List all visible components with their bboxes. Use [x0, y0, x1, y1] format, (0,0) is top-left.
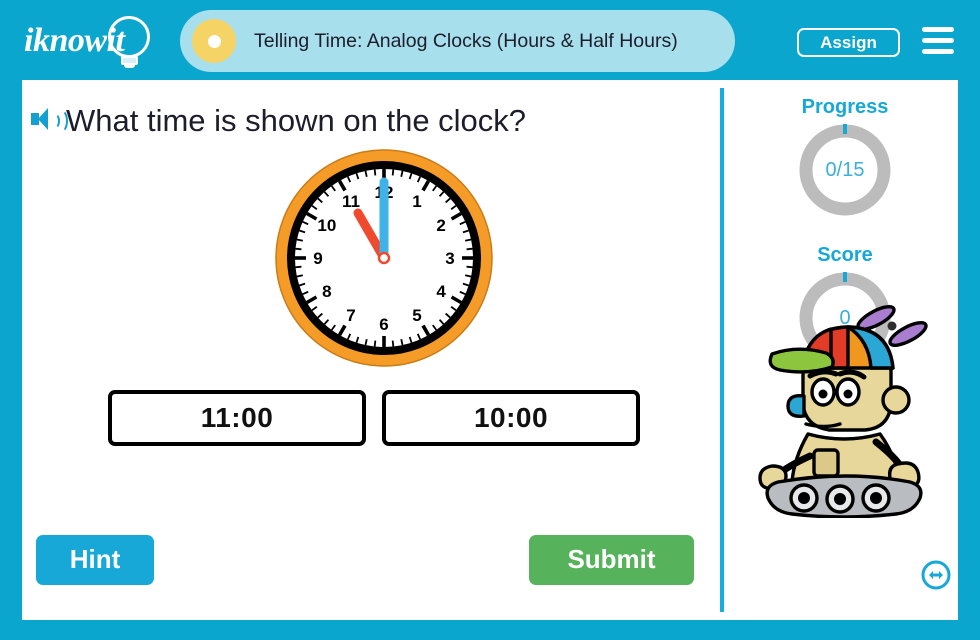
- app-header: iknowit Telling Time: Analog Clocks (Hou…: [0, 0, 980, 80]
- svg-text:3: 3: [445, 249, 454, 268]
- score-label: Score: [817, 244, 873, 266]
- lesson-title-pill: Telling Time: Analog Clocks (Hours & Hal…: [180, 10, 735, 72]
- progress-ring-wrap: 0/15: [732, 120, 958, 220]
- svg-text:9: 9: [313, 249, 322, 268]
- robot-mascot: [748, 300, 938, 519]
- answer-option-0[interactable]: 11:00: [108, 390, 366, 446]
- iknowit-logo[interactable]: iknowit: [18, 14, 168, 70]
- answer-options: 11:00 10:00: [108, 390, 668, 446]
- hamburger-menu-icon[interactable]: [922, 27, 954, 54]
- submit-button[interactable]: Submit: [529, 535, 694, 585]
- answer-option-1[interactable]: 10:00: [382, 390, 640, 446]
- vertical-divider: [720, 88, 724, 612]
- hint-button[interactable]: Hint: [36, 535, 154, 585]
- svg-text:7: 7: [346, 306, 355, 325]
- svg-text:11: 11: [342, 192, 360, 211]
- progress-label: Progress: [801, 96, 889, 118]
- svg-text:6: 6: [379, 315, 388, 334]
- lightbulb-icon: [102, 16, 158, 68]
- analog-clock: 121234567891011: [272, 146, 497, 371]
- app-root: iknowit Telling Time: Analog Clocks (Hou…: [0, 0, 980, 640]
- progress-stat: Progress 0/15: [732, 94, 958, 220]
- svg-text:8: 8: [322, 282, 331, 301]
- svg-text:2: 2: [436, 216, 445, 235]
- question-row: What time is shown on the clock?: [30, 98, 690, 144]
- left-right-arrows-icon[interactable]: [921, 560, 951, 590]
- svg-text:4: 4: [436, 282, 446, 301]
- assign-button[interactable]: Assign: [797, 28, 900, 57]
- speaker-icon[interactable]: [30, 106, 68, 134]
- svg-text:1: 1: [412, 192, 421, 211]
- svg-text:10: 10: [317, 216, 336, 235]
- svg-text:5: 5: [412, 306, 421, 325]
- question-text: What time is shown on the clock?: [66, 103, 527, 138]
- page-title: Telling Time: Analog Clocks (Hours & Hal…: [254, 30, 678, 52]
- yellow-dot-icon: [192, 19, 236, 63]
- progress-value: 0/15: [825, 158, 865, 181]
